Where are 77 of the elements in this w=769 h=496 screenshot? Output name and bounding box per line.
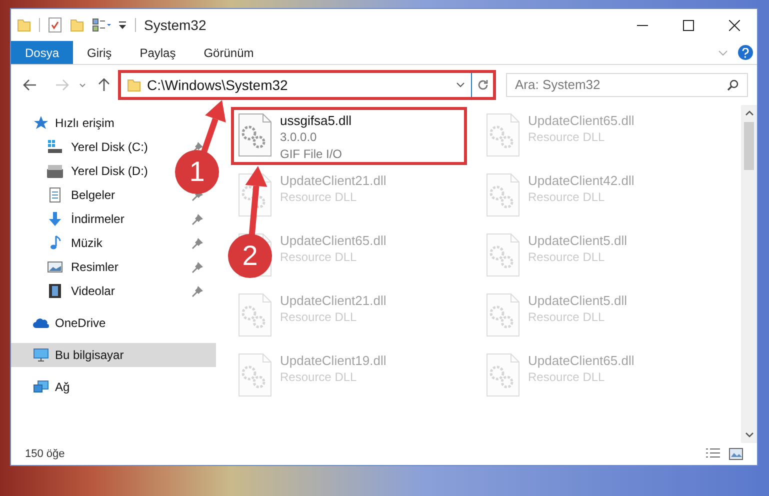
ribbon-tab[interactable]: Dosya [11, 41, 74, 64]
file-name: UpdateClient21.dll [280, 172, 386, 189]
pin-icon[interactable] [192, 262, 203, 272]
file-name: UpdateClient5.dll [528, 292, 628, 309]
sidebar-item[interactable]: İndirmeler [45, 207, 165, 231]
pin-icon[interactable] [192, 214, 203, 224]
chevron-down-icon[interactable] [79, 82, 86, 88]
sidebar-item[interactable]: Videolar [45, 279, 165, 303]
scroll-down-icon[interactable] [744, 432, 754, 438]
search-input: Ara: System32 [515, 75, 727, 95]
pin-icon[interactable] [192, 238, 203, 248]
gear-file-icon [238, 353, 272, 397]
drive-icon [47, 163, 63, 179]
file-name: UpdateClient65.dll [280, 232, 386, 249]
gear-file-icon [486, 293, 520, 337]
ribbon-tab[interactable]: Giriş [73, 41, 126, 64]
scrollbar[interactable] [741, 105, 757, 443]
file-description: GIF File I/O [280, 146, 344, 163]
file-name: UpdateClient42.dll [528, 172, 634, 189]
help-icon[interactable] [738, 45, 753, 60]
gear-file-icon [486, 113, 520, 157]
monitor-icon [33, 347, 49, 363]
file-name: UpdateClient65.dll [528, 352, 634, 369]
sidebar-item[interactable]: Bu bilgisayar [11, 343, 216, 367]
gear-file-icon [486, 173, 520, 217]
film-icon [47, 283, 63, 299]
back-arrow-icon[interactable] [23, 79, 37, 91]
arrow [200, 100, 226, 154]
document-icon [47, 187, 63, 203]
scroll-up-icon[interactable] [744, 110, 754, 116]
pin-icon[interactable] [192, 286, 203, 296]
star-icon [33, 115, 49, 131]
refresh-icon[interactable] [476, 79, 488, 91]
drive-icon [47, 139, 63, 155]
maximize-icon[interactable] [682, 20, 694, 30]
window-title: System32 [144, 16, 206, 35]
up-arrow-icon[interactable] [98, 78, 110, 92]
gear-file-icon [238, 293, 272, 337]
sidebar-item[interactable]: OneDrive [11, 311, 186, 335]
sidebar-item[interactable]: Resimler [45, 255, 165, 279]
file-version: 3.0.0.0 [280, 129, 318, 146]
gear-file-icon [486, 233, 520, 277]
ribbon-tab[interactable]: Görünüm [190, 41, 268, 64]
scrollbar-thumb[interactable] [744, 122, 754, 170]
search-field[interactable]: Ara: System32 [506, 73, 748, 97]
minimize-icon[interactable] [636, 24, 648, 26]
network-icon [33, 379, 49, 395]
file-name: UpdateClient21.dll [280, 292, 386, 309]
sidebar-item[interactable]: Hızlı erişim [11, 111, 186, 135]
search-icon[interactable] [727, 79, 739, 91]
address-path: C:\Windows\System32 [147, 76, 289, 95]
large-icons-view-icon[interactable] [729, 448, 743, 460]
item-count: 150 öğe [25, 446, 65, 462]
file-name: UpdateClient65.dll [528, 112, 634, 129]
file-name: ussgifsa5.dll [280, 112, 352, 129]
sidebar-item[interactable]: Ağ [11, 375, 186, 399]
file-name: UpdateClient19.dll [280, 352, 386, 369]
checklist-icon[interactable] [48, 17, 62, 33]
dropdown-icon[interactable] [118, 20, 127, 30]
properties-icon[interactable] [92, 18, 112, 32]
gear-file-icon [238, 113, 272, 157]
file-item[interactable]: ussgifsa5.dll 3.0.0.0 GIF File I/O [231, 107, 467, 165]
gear-file-icon [486, 353, 520, 397]
address-bar[interactable]: C:\Windows\System32 [118, 70, 496, 100]
file-name: UpdateClient5.dll [528, 232, 628, 249]
down-arrow-icon [47, 211, 63, 227]
details-view-icon[interactable] [705, 448, 721, 460]
arrow [245, 166, 268, 236]
chevron-down-icon[interactable] [456, 82, 465, 88]
ribbon-tab[interactable]: Paylaş [126, 41, 190, 64]
picture-icon [47, 259, 63, 275]
close-icon[interactable] [728, 20, 740, 30]
sidebar-item[interactable]: Müzik [45, 231, 165, 255]
sidebar-item[interactable]: Yerel Disk (D:) [45, 159, 165, 183]
folder-icon [127, 78, 141, 92]
sidebar-item[interactable]: Belgeler [45, 183, 165, 207]
sidebar-item[interactable]: Yerel Disk (C:) [45, 135, 165, 159]
